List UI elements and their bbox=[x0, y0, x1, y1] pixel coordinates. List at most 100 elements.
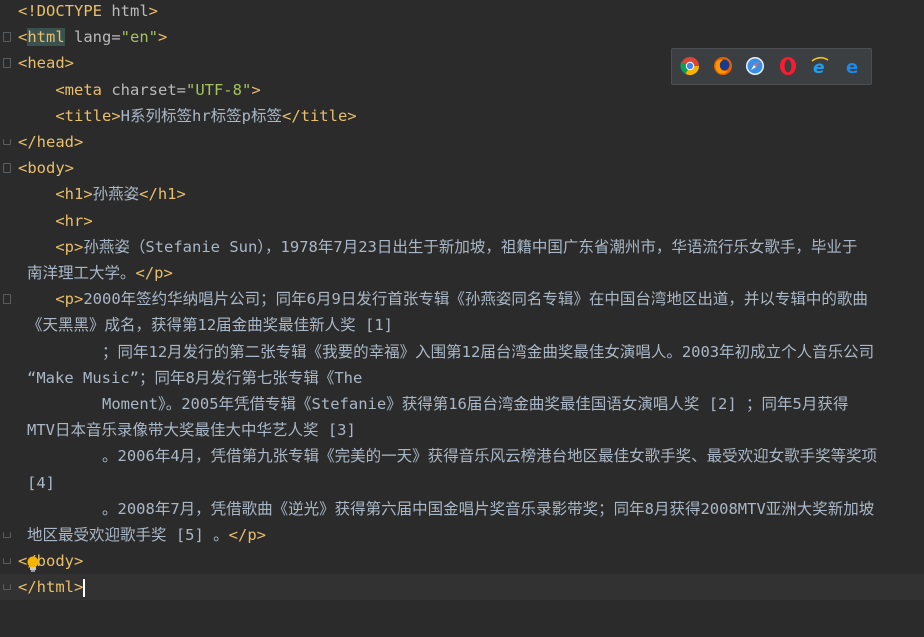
code-token: <title> bbox=[55, 106, 121, 125]
code-token: </h1> bbox=[139, 185, 186, 204]
edge-icon[interactable]: e bbox=[843, 56, 863, 78]
code-line[interactable]: <p>孙燕姿（Stefanie Sun），1978年7月23日出生于新加坡，祖籍… bbox=[0, 234, 924, 260]
svg-text:e: e bbox=[846, 57, 858, 76]
code-line[interactable]: <h1>孙燕姿</h1> bbox=[0, 181, 924, 207]
code-token: <hr> bbox=[55, 211, 93, 230]
fold-end-marker-icon[interactable] bbox=[3, 139, 11, 145]
code-token: </html> bbox=[18, 578, 84, 597]
browser-preview-bar: e e bbox=[671, 48, 872, 85]
firefox-icon[interactable] bbox=[713, 56, 733, 76]
code-token: “Make Music”；同年8月发行第七张专辑《The bbox=[27, 368, 363, 387]
code-line[interactable]: MTV日本音乐录像带大奖最佳大中华艺人奖 [3] bbox=[0, 417, 924, 443]
code-line[interactable]: 《天黑黑》成名，获得第12届金曲奖最佳新人奖 [1] bbox=[0, 312, 924, 338]
code-line[interactable]: 。2008年7月，凭借歌曲《逆光》获得第六届中国金唱片奖音乐录影带奖；同年8月获… bbox=[0, 496, 924, 522]
code-text: [4] bbox=[27, 470, 55, 496]
code-text: 《天黑黑》成名，获得第12届金曲奖最佳新人奖 [1] bbox=[27, 312, 393, 338]
ie-icon[interactable]: e bbox=[810, 56, 830, 78]
code-token: 孙燕姿（Stefanie Sun），1978年7月23日出生于新加坡，祖籍中国广… bbox=[83, 237, 858, 256]
code-token: <p> bbox=[55, 290, 84, 309]
fold-end-marker-icon[interactable] bbox=[3, 558, 11, 565]
code-line[interactable]: “Make Music”；同年8月发行第七张专辑《The bbox=[0, 365, 924, 391]
code-token: > bbox=[158, 28, 168, 47]
code-text: <h1>孙燕姿</h1> bbox=[18, 181, 186, 207]
code-token: 孙燕姿 bbox=[92, 185, 140, 204]
code-text: MTV日本音乐录像带大奖最佳大中华艺人奖 [3] bbox=[27, 417, 356, 443]
code-token: html bbox=[27, 28, 65, 47]
code-text: ；同年12月发行的第二张专辑《我要的幸福》入围第12届台湾金曲奖最佳女演唱人。2… bbox=[18, 339, 874, 365]
code-token: [4] bbox=[27, 473, 55, 492]
code-line[interactable]: <title>H系列标签hr标签p标签</title> bbox=[0, 103, 924, 129]
code-line[interactable]: [4] bbox=[0, 470, 924, 496]
code-text: <body> bbox=[18, 155, 74, 181]
code-text: 地区最受欢迎歌手奖 [5] 。</p> bbox=[27, 522, 266, 548]
fold-marker-icon[interactable] bbox=[3, 294, 11, 305]
code-token: </title> bbox=[281, 106, 357, 125]
code-token: <head> bbox=[18, 54, 74, 73]
code-token: </p> bbox=[135, 264, 173, 282]
code-line[interactable]: <!DOCTYPE html> bbox=[0, 0, 924, 24]
code-token: < bbox=[18, 28, 28, 47]
code-line[interactable]: </html> bbox=[0, 574, 924, 601]
svg-text:e: e bbox=[813, 58, 825, 76]
code-token: Moment》。2005年凭借专辑《Stefanie》获得第16届台湾金曲奖最佳… bbox=[18, 395, 849, 413]
code-text: “Make Music”；同年8月发行第七张专辑《The bbox=[27, 365, 362, 391]
code-token: 南洋理工大学。 bbox=[27, 264, 136, 282]
safari-icon[interactable] bbox=[745, 56, 765, 76]
chrome-icon[interactable] bbox=[680, 56, 700, 76]
code-line[interactable]: Moment》。2005年凭借专辑《Stefanie》获得第16届台湾金曲奖最佳… bbox=[0, 391, 924, 417]
code-text: <p>2000年签约华纳唱片公司；同年6月9日发行首张专辑《孙燕姿同名专辑》在中… bbox=[18, 286, 868, 312]
code-line[interactable]: </body> bbox=[0, 548, 924, 574]
code-text: </head> bbox=[18, 129, 83, 155]
code-token: MTV日本音乐录像带大奖最佳大中华艺人奖 [3] bbox=[27, 421, 356, 440]
code-editor[interactable]: <!DOCTYPE html> <html lang="en"> <head> <m… bbox=[0, 0, 924, 637]
code-token: html bbox=[111, 2, 149, 20]
code-token: 地区最受欢迎歌手奖 [5] 。 bbox=[27, 526, 229, 544]
code-token: 《天黑黑》成名，获得第12届金曲奖最佳新人奖 [1] bbox=[27, 316, 393, 335]
code-line[interactable]: ；同年12月发行的第二张专辑《我要的幸福》入围第12届台湾金曲奖最佳女演唱人。2… bbox=[0, 339, 924, 365]
code-line[interactable]: 地区最受欢迎歌手奖 [5] 。</p> bbox=[0, 522, 924, 548]
code-text: <hr> bbox=[18, 208, 93, 234]
code-line[interactable]: </head> bbox=[0, 129, 924, 155]
code-token: 2000年签约华纳唱片公司；同年6月9日发行首张专辑《孙燕姿同名专辑》在中国台湾… bbox=[83, 290, 868, 309]
code-line[interactable]: <html lang="en"> bbox=[0, 24, 924, 50]
code-token: lang= bbox=[64, 28, 121, 47]
code-line[interactable]: <hr> bbox=[0, 208, 924, 234]
opera-icon[interactable] bbox=[778, 56, 798, 76]
code-line[interactable]: <body> bbox=[0, 155, 924, 181]
code-token: <p> bbox=[55, 237, 84, 256]
fold-end-marker-icon[interactable] bbox=[3, 532, 11, 538]
code-line[interactable]: <p>2000年签约华纳唱片公司；同年6月9日发行首张专辑《孙燕姿同名专辑》在中… bbox=[0, 286, 924, 312]
code-text: <!DOCTYPE html> bbox=[18, 0, 158, 24]
code-text: 。2006年4月，凭借第九张专辑《完美的一天》获得音乐风云榜港台地区最佳女歌手奖… bbox=[18, 443, 877, 469]
code-line[interactable]: 。2006年4月，凭借第九张专辑《完美的一天》获得音乐风云榜港台地区最佳女歌手奖… bbox=[0, 443, 924, 469]
code-token: </p> bbox=[228, 526, 266, 544]
code-text: <html lang="en"> bbox=[18, 24, 167, 50]
code-token: <meta bbox=[55, 80, 112, 99]
code-text: 。2008年7月，凭借歌曲《逆光》获得第六届中国金唱片奖音乐录影带奖；同年8月获… bbox=[18, 496, 874, 522]
code-text: <title>H系列标签hr标签p标签</title> bbox=[18, 103, 357, 129]
code-text: <p>孙燕姿（Stefanie Sun），1978年7月23日出生于新加坡，祖籍… bbox=[18, 234, 857, 260]
code-token: charset= bbox=[111, 80, 186, 99]
code-token: > bbox=[251, 80, 261, 99]
code-token: <h1> bbox=[55, 185, 93, 204]
code-token: "en" bbox=[120, 28, 158, 47]
code-token: H系列标签hr标签p标签 bbox=[120, 106, 282, 125]
fold-marker-icon[interactable] bbox=[3, 32, 11, 43]
fold-end-marker-icon[interactable] bbox=[3, 584, 11, 591]
code-token: </head> bbox=[18, 133, 84, 151]
fold-marker-icon[interactable] bbox=[3, 58, 11, 69]
code-token: 。2006年4月，凭借第九张专辑《完美的一天》获得音乐风云榜港台地区最佳女歌手奖… bbox=[18, 447, 878, 466]
code-line[interactable]: 南洋理工大学。</p> bbox=[0, 260, 924, 286]
fold-marker-icon[interactable] bbox=[3, 163, 11, 174]
text-caret bbox=[83, 578, 86, 597]
code-token: <!DOCTYPE bbox=[18, 2, 112, 20]
lightbulb-icon[interactable] bbox=[25, 555, 41, 573]
code-token: > bbox=[148, 2, 158, 20]
code-token: 。2008年7月，凭借歌曲《逆光》获得第六届中国金唱片奖音乐录影带奖；同年8月获… bbox=[18, 499, 875, 518]
code-token: ；同年12月发行的第二张专辑《我要的幸福》入围第12届台湾金曲奖最佳女演唱人。2… bbox=[18, 342, 875, 361]
